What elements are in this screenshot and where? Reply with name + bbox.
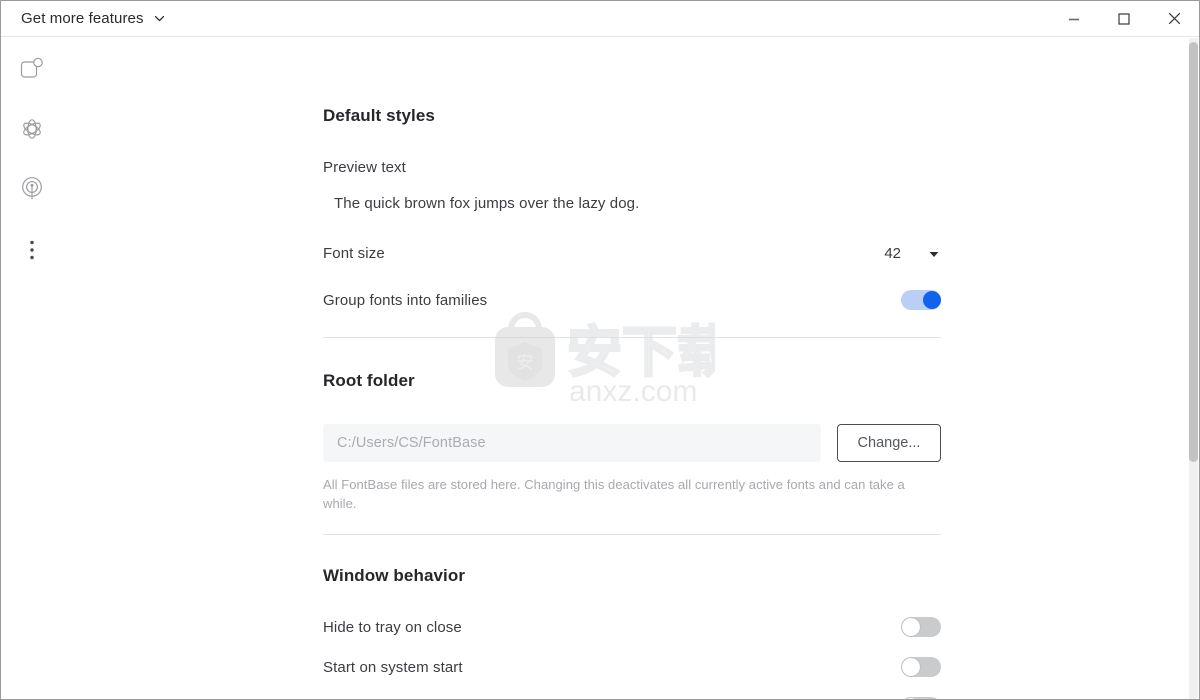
start-on-system-start-row: Start on system start (323, 657, 941, 677)
collection-square-icon (19, 56, 45, 82)
settings-panel: Default styles Preview text The quick br… (323, 38, 941, 699)
font-size-label: Font size (323, 245, 385, 262)
sidebar (1, 37, 63, 699)
font-size-value: 42 (884, 245, 901, 262)
broadcast-icon (19, 176, 45, 202)
minimize-button[interactable] (1049, 1, 1099, 36)
change-folder-button[interactable]: Change... (837, 424, 941, 462)
vertical-scrollbar[interactable] (1187, 38, 1198, 699)
app-window: Get more features Default styles Preview… (0, 0, 1200, 700)
window-controls (1049, 1, 1199, 36)
font-size-row: Font size 42 (323, 245, 941, 262)
root-folder-helper-text: All FontBase files are stored here. Chan… (323, 477, 905, 511)
group-fonts-row: Group fonts into families (323, 290, 941, 310)
sidebar-item-sync[interactable] (1, 159, 63, 219)
start-on-system-start-label: Start on system start (323, 658, 463, 676)
scrollbar-thumb[interactable] (1189, 42, 1198, 462)
hide-to-tray-row: Hide to tray on close (323, 617, 941, 637)
caret-down-icon (927, 247, 941, 261)
root-folder-path-input[interactable]: C:/Users/CS/FontBase (323, 424, 821, 462)
maximize-icon (1118, 12, 1130, 25)
settings-content: Default styles Preview text The quick br… (63, 38, 1188, 699)
font-size-dropdown[interactable]: 42 (884, 245, 941, 262)
title-bar: Get more features (1, 1, 1199, 37)
hide-to-tray-toggle[interactable] (901, 617, 941, 637)
section-title-root-folder: Root folder (323, 371, 415, 390)
get-more-features-menu[interactable]: Get more features (1, 1, 166, 36)
window-title: Get more features (21, 10, 144, 27)
start-on-system-start-toggle[interactable] (901, 657, 941, 677)
toggle-knob (902, 618, 920, 636)
maximize-button[interactable] (1099, 1, 1149, 36)
sidebar-item-fonts[interactable] (1, 39, 63, 99)
group-fonts-toggle[interactable] (901, 290, 941, 310)
atom-icon (19, 116, 45, 142)
preview-text-sample: The quick brown fox jumps over the lazy … (334, 195, 640, 212)
section-title-window-behavior: Window behavior (323, 566, 466, 585)
close-button[interactable] (1149, 1, 1199, 36)
sidebar-item-activity[interactable] (1, 99, 63, 159)
group-fonts-label: Group fonts into families (323, 291, 488, 309)
divider-2 (323, 534, 941, 535)
toggle-knob (923, 291, 941, 309)
root-folder-row: C:/Users/CS/FontBase Change... (323, 424, 941, 462)
chevron-down-icon (153, 12, 166, 25)
preview-text-label: Preview text (323, 159, 406, 176)
minimize-icon (1069, 18, 1079, 20)
more-vertical-icon (22, 239, 42, 261)
hide-to-tray-label: Hide to tray on close (323, 618, 462, 636)
sidebar-item-more[interactable] (1, 221, 63, 279)
toggle-knob (902, 658, 920, 676)
close-icon (1168, 12, 1180, 25)
section-title-default-styles: Default styles (323, 106, 435, 125)
divider-1 (323, 337, 941, 338)
